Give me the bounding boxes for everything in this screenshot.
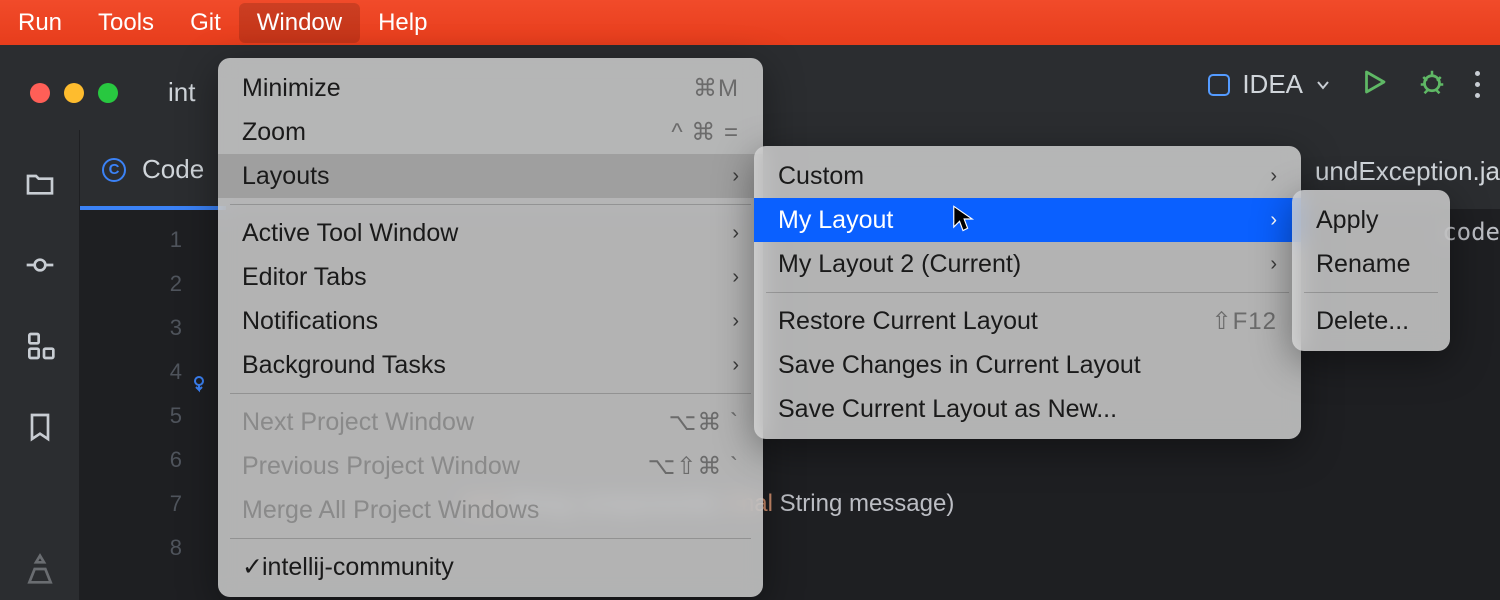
left-toolstrip bbox=[0, 130, 80, 600]
tab-label: Code bbox=[142, 154, 204, 185]
menu-tools[interactable]: Tools bbox=[80, 3, 172, 43]
shortcut: ⌘M bbox=[693, 74, 739, 103]
line-gutter: 1 2 3 4 5 6 7 8 bbox=[80, 210, 210, 600]
chevron-right-icon: › bbox=[732, 310, 739, 333]
menu-git[interactable]: Git bbox=[172, 3, 239, 43]
line-number: 7 bbox=[80, 482, 182, 526]
layouts-submenu: Custom› My Layout› My Layout 2 (Current)… bbox=[754, 146, 1301, 439]
menu-separator bbox=[1304, 292, 1438, 293]
chevron-right-icon: › bbox=[1270, 253, 1277, 276]
menu-item-minimize[interactable]: Minimize⌘M bbox=[218, 66, 763, 110]
menu-item-zoom[interactable]: Zoom^ ⌘ = bbox=[218, 110, 763, 154]
menu-help[interactable]: Help bbox=[360, 3, 445, 43]
menu-item-background-tasks[interactable]: Background Tasks› bbox=[218, 343, 763, 387]
shortcut: ⇧F12 bbox=[1212, 307, 1277, 336]
menu-item-layouts[interactable]: Layouts› bbox=[218, 154, 763, 198]
my-layout-submenu: Apply Rename Delete... bbox=[1292, 190, 1450, 351]
editor-tab-partial[interactable]: undException.ja bbox=[1315, 156, 1500, 187]
run-config-label: IDEA bbox=[1242, 69, 1303, 100]
shortcut: ⌥⌘ ` bbox=[669, 408, 739, 437]
chevron-down-icon bbox=[1315, 77, 1331, 93]
menubar: Run Tools Git Window Help bbox=[0, 0, 1500, 45]
chevron-right-icon: › bbox=[732, 266, 739, 289]
line-number: 4 bbox=[80, 350, 182, 394]
line-number: 2 bbox=[80, 262, 182, 306]
menu-separator bbox=[766, 292, 1289, 293]
line-number: 1 bbox=[80, 218, 182, 262]
menu-item-previous-project-window: Previous Project Window⌥⇧⌘ ` bbox=[218, 444, 763, 488]
run-config-icon bbox=[1208, 74, 1230, 96]
menu-item-editor-tabs[interactable]: Editor Tabs› bbox=[218, 255, 763, 299]
chevron-right-icon: › bbox=[732, 222, 739, 245]
chevron-right-icon: › bbox=[732, 165, 739, 188]
kebab-dot bbox=[1475, 82, 1480, 87]
menu-item-merge-all-windows: Merge All Project Windows bbox=[218, 488, 763, 532]
code-fragment-right: code bbox=[1442, 218, 1500, 246]
project-name: int bbox=[168, 77, 195, 108]
class-icon: C bbox=[102, 158, 126, 182]
toolbar-right: IDEA bbox=[1208, 67, 1480, 102]
menu-item-delete[interactable]: Delete... bbox=[1292, 299, 1450, 343]
menu-separator bbox=[230, 538, 751, 539]
commit-tool-icon[interactable] bbox=[24, 249, 56, 286]
menu-item-save-changes-layout[interactable]: Save Changes in Current Layout bbox=[754, 343, 1301, 387]
menu-item-my-layout[interactable]: My Layout› bbox=[754, 198, 1301, 242]
menu-item-custom[interactable]: Custom› bbox=[754, 154, 1301, 198]
line-number: 8 bbox=[80, 526, 182, 570]
shortcut: ^ ⌘ = bbox=[671, 118, 739, 147]
window-menu: Minimize⌘M Zoom^ ⌘ = Layouts› Active Too… bbox=[218, 58, 763, 597]
menu-item-restore-current-layout[interactable]: Restore Current Layout⇧F12 bbox=[754, 299, 1301, 343]
line-number: 3 bbox=[80, 306, 182, 350]
chevron-right-icon: › bbox=[1270, 209, 1277, 232]
editor-tab-active[interactable]: C Code bbox=[80, 130, 226, 209]
menu-separator bbox=[230, 393, 751, 394]
menu-window[interactable]: Window bbox=[239, 3, 360, 43]
kebab-dot bbox=[1475, 71, 1480, 76]
run-button[interactable] bbox=[1359, 67, 1389, 102]
bookmarks-tool-icon[interactable] bbox=[24, 411, 56, 448]
menu-item-active-tool-window[interactable]: Active Tool Window› bbox=[218, 211, 763, 255]
menu-item-rename[interactable]: Rename bbox=[1292, 242, 1450, 286]
traffic-lights bbox=[30, 83, 118, 103]
run-config-selector[interactable]: IDEA bbox=[1208, 69, 1331, 100]
close-window-button[interactable] bbox=[30, 83, 50, 103]
project-tool-icon[interactable] bbox=[24, 168, 56, 205]
menu-run[interactable]: Run bbox=[0, 3, 80, 43]
line-number: 5 bbox=[80, 394, 182, 438]
menu-item-notifications[interactable]: Notifications› bbox=[218, 299, 763, 343]
implements-gutter-icon[interactable] bbox=[190, 364, 208, 408]
menu-item-project-intellij-community[interactable]: ✓intellij-community bbox=[218, 545, 763, 589]
menu-item-my-layout-2[interactable]: My Layout 2 (Current)› bbox=[754, 242, 1301, 286]
chevron-right-icon: › bbox=[732, 354, 739, 377]
menu-item-apply[interactable]: Apply bbox=[1292, 198, 1450, 242]
line-number: 6 bbox=[80, 438, 182, 482]
zoom-window-button[interactable] bbox=[98, 83, 118, 103]
minimize-window-button[interactable] bbox=[64, 83, 84, 103]
more-actions-button[interactable] bbox=[1475, 71, 1480, 98]
shortcut: ⌥⇧⌘ ` bbox=[648, 452, 739, 481]
menu-item-next-project-window: Next Project Window⌥⌘ ` bbox=[218, 400, 763, 444]
menu-separator bbox=[230, 204, 751, 205]
chevron-right-icon: › bbox=[1270, 165, 1277, 188]
kebab-dot bbox=[1475, 93, 1480, 98]
build-tool-icon[interactable] bbox=[24, 553, 56, 590]
menu-item-save-layout-as-new[interactable]: Save Current Layout as New... bbox=[754, 387, 1301, 431]
structure-tool-icon[interactable] bbox=[24, 330, 56, 367]
debug-button[interactable] bbox=[1417, 67, 1447, 102]
check-icon: ✓ bbox=[242, 552, 262, 582]
